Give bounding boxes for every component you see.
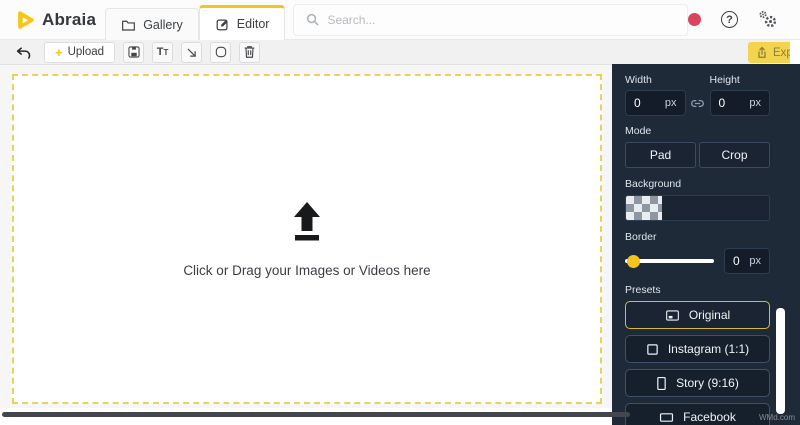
- border-label: Border: [625, 231, 657, 243]
- delete-tool-button[interactable]: [239, 41, 261, 63]
- height-unit: px: [749, 97, 761, 109]
- background-swatch[interactable]: [625, 195, 770, 221]
- height-field: px: [709, 90, 770, 116]
- width-unit: px: [664, 97, 677, 109]
- dropzone-text: Click or Drag your Images or Videos here: [183, 262, 431, 278]
- text-tool-icon: TT: [156, 45, 169, 58]
- topbar: Abraia Gallery Editor Search... ?: [0, 0, 800, 40]
- text-tool-button[interactable]: TT: [152, 41, 174, 63]
- preset-label: Instagram (1:1): [667, 342, 750, 356]
- search-input[interactable]: [327, 12, 675, 27]
- preset-original-button[interactable]: Original: [625, 301, 770, 329]
- transparency-checker: [626, 196, 662, 220]
- rounded-shape-icon: [214, 45, 228, 59]
- arrow-tool-button[interactable]: [181, 41, 203, 63]
- diagonal-arrow-icon: [185, 46, 198, 59]
- height-input[interactable]: [718, 96, 745, 110]
- settings-sidebar: Width Height px px Mo: [612, 64, 800, 425]
- preset-label: Original: [688, 308, 731, 322]
- upload-button[interactable]: + Upload: [44, 41, 116, 63]
- image-icon: [665, 309, 680, 322]
- slider-thumb[interactable]: [627, 254, 640, 268]
- editor-canvas-area: Click or Drag your Images or Videos here: [0, 65, 612, 408]
- preset-story-button[interactable]: Story (9:16): [625, 369, 770, 397]
- brand-logo: Abraia: [14, 9, 99, 31]
- link-icon: [690, 97, 705, 110]
- export-share-icon: [756, 46, 768, 59]
- border-unit: px: [749, 255, 761, 267]
- mode-label: Mode: [625, 125, 652, 137]
- upload-dropzone[interactable]: Click or Drag your Images or Videos here: [12, 74, 602, 404]
- width-input[interactable]: [634, 96, 660, 110]
- mode-section: Pad Crop: [625, 142, 770, 168]
- folder-icon: [121, 18, 136, 32]
- border-section: px: [625, 248, 770, 274]
- landscape-rect-icon: [659, 412, 674, 423]
- preset-facebook-button[interactable]: Facebook: [625, 403, 770, 425]
- square-icon: [646, 343, 659, 356]
- border-value-field: px: [724, 248, 770, 274]
- shape-tool-button[interactable]: [210, 41, 232, 63]
- tab-editor[interactable]: Editor: [198, 5, 286, 40]
- width-field: px: [625, 90, 686, 116]
- aspect-link-toggle[interactable]: [689, 97, 707, 110]
- background-label: Background: [625, 178, 682, 190]
- topbar-right: ?: [688, 10, 778, 29]
- mode-crop-button[interactable]: Crop: [699, 142, 770, 168]
- border-slider[interactable]: [625, 248, 714, 274]
- brand-name: Abraia: [42, 9, 97, 29]
- sidebar-scrollbar-thumb[interactable]: [776, 308, 785, 414]
- watermark: WMd.com: [759, 413, 795, 422]
- help-icon[interactable]: ?: [721, 11, 738, 28]
- dimensions-section: Width Height px px: [625, 64, 770, 116]
- edit-icon: [215, 17, 230, 32]
- undo-icon[interactable]: [14, 45, 32, 60]
- search-box: [293, 3, 688, 36]
- tab-label: Gallery: [143, 17, 183, 32]
- play-logo-icon: [14, 9, 36, 31]
- mode-pad-button[interactable]: Pad: [625, 142, 696, 168]
- portrait-rect-icon: [656, 376, 667, 391]
- trash-icon: [243, 45, 256, 59]
- tab-gallery[interactable]: Gallery: [105, 8, 199, 40]
- upload-arrow-icon: [284, 201, 330, 243]
- export-button[interactable]: Export: [748, 42, 800, 63]
- width-label: Width: [625, 74, 652, 86]
- preset-instagram-button[interactable]: Instagram (1:1): [625, 335, 770, 363]
- upload-label: Upload: [67, 46, 105, 58]
- preset-label: Story (9:16): [676, 376, 739, 390]
- preset-label: Facebook: [683, 410, 736, 424]
- settings-gears-icon[interactable]: [758, 10, 778, 29]
- horizontal-scrollbar-thumb[interactable]: [2, 412, 630, 417]
- tab-label: Editor: [236, 17, 270, 31]
- notification-dot: [688, 13, 701, 26]
- export-label: Export: [773, 46, 800, 59]
- plus-icon: +: [55, 44, 63, 60]
- height-label: Height: [709, 74, 740, 86]
- search-icon: [306, 13, 320, 26]
- save-icon: [127, 45, 141, 59]
- abraia-editor-app: Abraia Gallery Editor Search... ? + Uplo…: [0, 0, 800, 425]
- presets-label: Presets: [625, 284, 661, 296]
- editor-toolbar: + Upload TT Expo: [0, 40, 800, 65]
- save-tool-button[interactable]: [123, 41, 145, 63]
- border-value-input[interactable]: [733, 254, 747, 268]
